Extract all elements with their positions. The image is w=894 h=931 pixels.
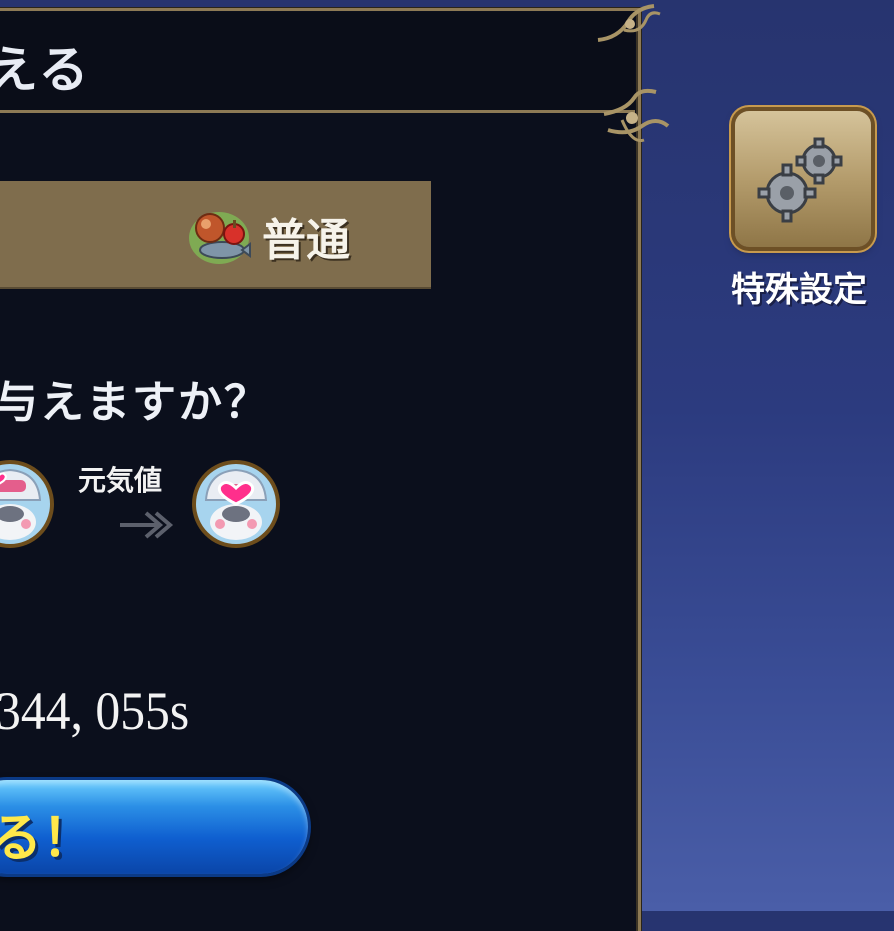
pet-avatar-after[interactable]	[190, 458, 282, 550]
value-readout: 344, 055s	[0, 681, 190, 741]
pet-avatar-before[interactable]	[0, 458, 56, 550]
question-text: 与えますか？	[0, 377, 270, 428]
settings-button[interactable]	[735, 111, 871, 247]
food-meat-fish-icon	[189, 212, 251, 264]
settings-label: 特殊設定	[731, 270, 867, 310]
category-label: 普通	[262, 215, 350, 266]
double-chevron-right-icon	[120, 511, 174, 539]
stat-label: 元気値	[78, 464, 163, 497]
corner-ornament-icon	[603, 88, 670, 143]
dialog-title: える	[0, 41, 91, 99]
gears-icon	[757, 137, 843, 223]
dialog-title-bar	[0, 12, 635, 113]
corner-ornament-icon	[597, 4, 661, 42]
confirm-button-label: る！	[0, 809, 95, 869]
